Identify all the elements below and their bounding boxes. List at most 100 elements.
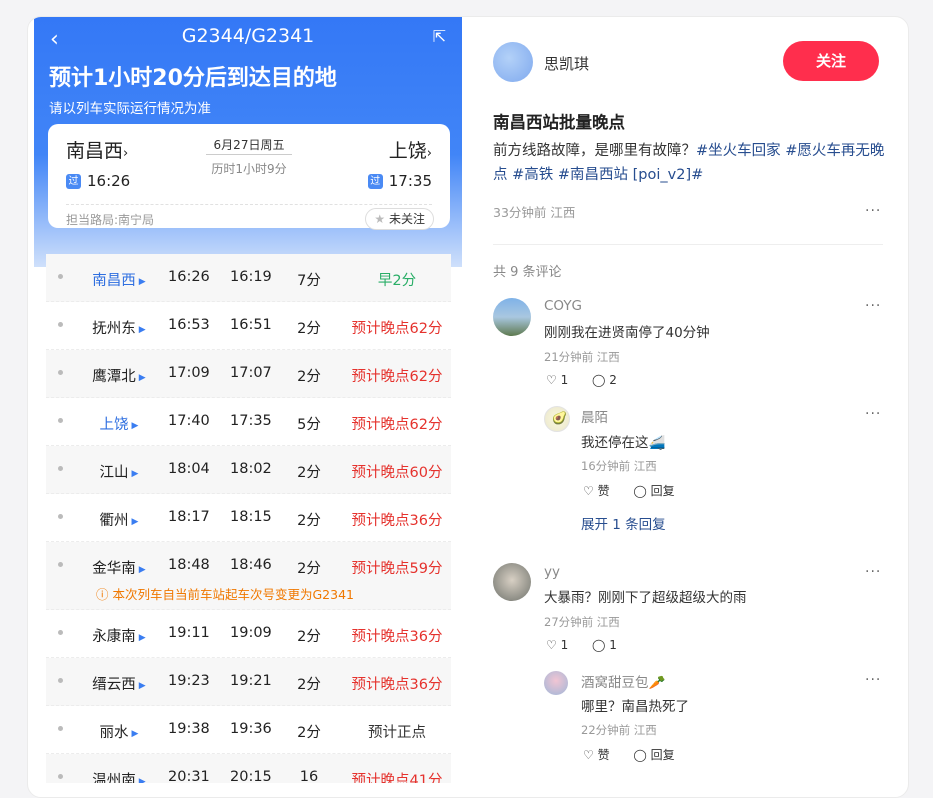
delay-status: 预计晚点60分 bbox=[351, 465, 443, 481]
timeline-dot bbox=[58, 466, 63, 471]
station-name[interactable]: 鹰潭北 ▶ bbox=[82, 365, 156, 386]
arrival-time: 20:31 bbox=[168, 769, 210, 783]
like-button[interactable]: ♡ 赞 bbox=[583, 484, 620, 498]
arrival-time: 18:48 bbox=[168, 557, 210, 573]
delay-status: 预计晚点62分 bbox=[351, 417, 443, 433]
timeline-dot bbox=[58, 514, 63, 519]
comment-actions: ♡ 1 ◯ 1 bbox=[546, 638, 637, 652]
delay-status: 预计晚点36分 bbox=[351, 629, 443, 645]
post-body: 前方线路故障，是哪里有故障？#坐火车回家 #愿火车再无晚点 #高铁 #南昌西站 … bbox=[493, 139, 888, 187]
replier-avatar[interactable]: 🥑 bbox=[544, 406, 570, 432]
station-name[interactable]: 永康南 ▶ bbox=[82, 625, 156, 646]
station-row[interactable]: 南昌西 ▶ 16:26 16:19 7分 早2分 bbox=[46, 254, 451, 302]
train-screenshot: ‹ G2344/G2341 ⇱ 预计1小时20分后到达目的地 请以列车实际运行情… bbox=[34, 17, 462, 783]
reply-more-icon[interactable]: ··· bbox=[865, 672, 881, 688]
expand-triangle-icon: ▶ bbox=[138, 633, 146, 643]
station-name[interactable]: 南昌西 ▶ bbox=[82, 269, 156, 290]
arrival-time: 19:11 bbox=[168, 625, 210, 641]
station-name[interactable]: 温州南 ▶ bbox=[82, 769, 156, 783]
station-name[interactable]: 缙云西 ▶ bbox=[82, 673, 156, 694]
reply-actions: ♡ 赞 ◯ 回复 bbox=[583, 482, 695, 499]
arrival-time: 17:09 bbox=[168, 365, 210, 381]
reply-button[interactable]: ◯ 1 bbox=[592, 638, 627, 652]
station-row[interactable]: 鹰潭北 ▶ 17:09 17:07 2分 预计晚点62分 bbox=[46, 350, 451, 398]
delay-status: 早2分 bbox=[377, 273, 417, 289]
station-name[interactable]: 江山 ▶ bbox=[82, 461, 156, 482]
timeline-dot bbox=[58, 630, 63, 635]
station-name[interactable]: 丽水 ▶ bbox=[82, 721, 156, 742]
train-number-change-note: ⓘ 本次列车自当前车站起车次号变更为G2341 bbox=[96, 587, 354, 602]
station-row[interactable]: 丽水 ▶ 19:38 19:36 2分 预计正点 bbox=[46, 706, 451, 754]
author-avatar[interactable] bbox=[493, 42, 533, 82]
commenter-name[interactable]: yy bbox=[544, 564, 560, 580]
reply-meta: 22分钟前 江西 bbox=[581, 723, 657, 737]
expand-replies-link[interactable]: 展开 1 条回复 bbox=[581, 513, 666, 533]
bureau-text: 担当路局:南宁局 bbox=[66, 213, 155, 227]
comment-more-icon[interactable]: ··· bbox=[865, 564, 881, 580]
reply-more-icon[interactable]: ··· bbox=[865, 406, 881, 422]
reply-text: 我还停在这🚄 bbox=[581, 435, 666, 451]
comment-more-icon[interactable]: ··· bbox=[865, 298, 881, 314]
reply-button[interactable]: ◯ 回复 bbox=[633, 484, 684, 498]
stop-duration: 2分 bbox=[297, 369, 321, 385]
train-number: G2344/G2341 bbox=[181, 25, 315, 47]
station-row[interactable]: 抚州东 ▶ 16:53 16:51 2分 预计晚点62分 bbox=[46, 302, 451, 350]
replier-name[interactable]: 酒窝甜豆包🥕 bbox=[581, 671, 665, 691]
delay-status: 预计晚点36分 bbox=[351, 677, 443, 693]
post-title: 南昌西站批量晚点 bbox=[493, 113, 625, 132]
expand-triangle-icon: ▶ bbox=[138, 373, 146, 383]
like-button[interactable]: ♡ 1 bbox=[546, 373, 578, 387]
station-row[interactable]: 衢州 ▶ 18:17 18:15 2分 预计晚点36分 bbox=[46, 494, 451, 542]
hashtag[interactable]: #坐火车回家 bbox=[696, 143, 781, 159]
follow-train-button[interactable]: ★ 未关注 bbox=[365, 208, 434, 230]
stop-duration: 2分 bbox=[297, 629, 321, 645]
station-name[interactable]: 衢州 ▶ bbox=[82, 509, 156, 530]
author-name[interactable]: 思凯琪 bbox=[544, 53, 589, 74]
divider bbox=[493, 244, 883, 245]
comment-text: 大暴雨？刚刚下了超级超级大的雨 bbox=[544, 590, 747, 606]
hashtag[interactable]: #高铁 bbox=[512, 167, 553, 183]
post-more-icon[interactable]: ··· bbox=[865, 203, 881, 219]
pass-badge: 过 bbox=[66, 174, 81, 189]
departure-time: 18:02 bbox=[230, 461, 272, 477]
delay-status: 预计晚点62分 bbox=[351, 369, 443, 385]
reply-button[interactable]: ◯ 回复 bbox=[633, 748, 684, 762]
timeline-dot bbox=[58, 322, 63, 327]
timeline-dot bbox=[58, 678, 63, 683]
share-icon[interactable]: ⇱ bbox=[433, 27, 446, 46]
reply-button[interactable]: ◯ 2 bbox=[592, 373, 627, 387]
to-station[interactable]: 上饶› bbox=[389, 136, 432, 163]
station-row[interactable]: 永康南 ▶ 19:11 19:09 2分 预计晚点36分 bbox=[46, 610, 451, 658]
replier-name[interactable]: 晨陌 bbox=[581, 406, 608, 426]
expand-triangle-icon: ▶ bbox=[138, 565, 146, 575]
follow-button[interactable]: 关注 bbox=[783, 41, 879, 81]
commenter-avatar[interactable] bbox=[493, 563, 531, 601]
timeline-dot bbox=[58, 370, 63, 375]
departure-time: 16:51 bbox=[230, 317, 272, 333]
hashtag[interactable]: #南昌西站 [poi_v2]# bbox=[558, 167, 703, 183]
commenter-name[interactable]: COYG bbox=[544, 298, 582, 314]
like-button[interactable]: ♡ 赞 bbox=[583, 748, 620, 762]
replier-avatar[interactable] bbox=[544, 671, 568, 695]
station-row[interactable]: 温州南▶ 20:31 20:15 16分 预计晚点41分 bbox=[46, 754, 451, 783]
arrival-time: 16:53 bbox=[168, 317, 210, 333]
departure-time: 18:15 bbox=[230, 509, 272, 525]
comment-actions: ♡ 1 ◯ 2 bbox=[546, 373, 637, 387]
departure-time: 19:21 bbox=[230, 673, 272, 689]
expand-triangle-icon: ▶ bbox=[138, 777, 146, 783]
station-name[interactable]: 金华南 ▶ bbox=[82, 557, 156, 578]
station-row[interactable]: 江山 ▶ 18:04 18:02 2分 预计晚点60分 bbox=[46, 446, 451, 494]
station-name[interactable]: 上饶 ▶ bbox=[82, 413, 156, 434]
expand-triangle-icon: ▶ bbox=[138, 325, 146, 335]
commenter-avatar[interactable] bbox=[493, 298, 531, 336]
stop-duration: 2分 bbox=[297, 725, 321, 741]
station-row[interactable]: 上饶 ▶ 17:40 17:35 5分 预计晚点62分 bbox=[46, 398, 451, 446]
depart-time: 过 16:26 bbox=[66, 172, 130, 190]
expand-triangle-icon: ▶ bbox=[131, 469, 139, 479]
station-row[interactable]: 缙云西 ▶ 19:23 19:21 2分 预计晚点36分 bbox=[46, 658, 451, 706]
comment-count: 共 9 条评论 bbox=[493, 265, 562, 280]
station-row[interactable]: 金华南 ▶ 18:48 18:46 2分 预计晚点59分 ⓘ 本次列车自当前车站起车次号变更… bbox=[46, 542, 451, 610]
station-name[interactable]: 抚州东 ▶ bbox=[82, 317, 156, 338]
stop-duration: 16分 bbox=[299, 769, 319, 783]
like-button[interactable]: ♡ 1 bbox=[546, 638, 578, 652]
